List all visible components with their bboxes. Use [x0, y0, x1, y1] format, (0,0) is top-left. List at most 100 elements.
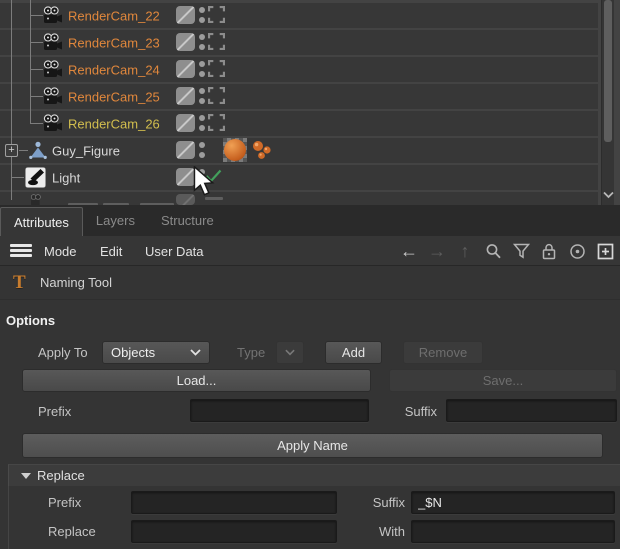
load-button[interactable]: Load... — [22, 369, 371, 392]
light-icon — [25, 167, 46, 188]
selection-bracket-icon[interactable] — [208, 87, 225, 104]
tool-title: Naming Tool — [40, 275, 113, 290]
visibility-dots-icon[interactable] — [199, 7, 205, 27]
material-sphere-icon — [224, 139, 246, 161]
enable-toggle-icon[interactable] — [176, 60, 195, 78]
tool-header: T Naming Tool — [0, 266, 620, 300]
visibility-dots-icon[interactable] — [199, 88, 205, 108]
section-edge — [8, 486, 9, 549]
object-label[interactable]: RenderCam_23 — [68, 35, 160, 50]
camera-icon — [30, 194, 41, 205]
apply-to-dropdown[interactable]: Objects — [102, 341, 210, 364]
naming-tool-icon: T — [13, 271, 26, 293]
tab-label: Attributes — [14, 214, 69, 230]
enable-toggle-icon[interactable] — [176, 114, 195, 132]
menu-mode[interactable]: Mode — [44, 236, 77, 266]
replace-with-input[interactable] — [411, 520, 615, 543]
visibility-dots-icon[interactable] — [199, 61, 205, 81]
apply-name-button[interactable]: Apply Name — [22, 433, 603, 458]
object-label[interactable]: RenderCam_22 — [68, 8, 160, 23]
visibility-dots-icon[interactable] — [199, 115, 205, 135]
enable-toggle-icon[interactable] — [176, 33, 195, 51]
replace-search-input[interactable] — [131, 520, 337, 543]
add-button[interactable]: Add — [325, 341, 382, 364]
object-row-rendercam-22[interactable]: RenderCam_22 — [0, 3, 620, 28]
target-icon[interactable] — [566, 240, 588, 262]
back-arrow-icon[interactable]: ← — [398, 240, 420, 262]
menu-edit[interactable]: Edit — [100, 236, 122, 266]
object-row-guy-figure[interactable]: + Guy_Figure — [0, 138, 620, 163]
tab-attributes[interactable]: Attributes — [0, 207, 83, 236]
camera-icon — [43, 114, 62, 131]
vertical-scrollbar[interactable] — [601, 0, 614, 205]
suffix-input[interactable] — [446, 399, 617, 422]
up-arrow-icon[interactable]: ↑ — [454, 240, 476, 262]
object-label[interactable]: RenderCam_25 — [68, 89, 160, 104]
object-label[interactable]: Guy_Figure — [52, 143, 120, 158]
object-label[interactable]: RenderCam_24 — [68, 62, 160, 77]
object-row-light[interactable]: Light — [0, 165, 620, 190]
object-manager-panel: RenderCam_22 RenderCam_23 RenderCam_24 R… — [0, 0, 620, 205]
figure-icon — [29, 141, 47, 159]
replace-suffix-input[interactable] — [411, 491, 615, 514]
enable-toggle-icon[interactable] — [176, 6, 195, 24]
suffix-label: Suffix — [404, 404, 437, 419]
save-button: Save... — [389, 369, 617, 392]
camera-icon — [43, 33, 62, 50]
chevron-down-icon — [285, 349, 295, 356]
app-window: RenderCam_22 RenderCam_23 RenderCam_24 R… — [0, 0, 620, 549]
menu-toolbar: ← → ↑ — [398, 236, 616, 266]
type-dropdown — [276, 341, 304, 364]
apply-to-label: Apply To — [38, 345, 88, 360]
scroll-down-icon[interactable] — [602, 187, 615, 203]
object-row-rendercam-24[interactable]: RenderCam_24 — [0, 57, 620, 82]
enable-toggle-icon[interactable] — [176, 141, 195, 159]
remove-button: Remove — [403, 341, 483, 364]
dim-icon — [205, 197, 223, 200]
dynamics-tag-icon[interactable] — [251, 140, 273, 161]
type-label: Type — [237, 345, 266, 360]
object-label[interactable]: Light — [52, 170, 80, 185]
object-row-rendercam-25[interactable]: RenderCam_25 — [0, 84, 620, 109]
visibility-dots-icon[interactable] — [199, 34, 205, 54]
new-panel-icon[interactable] — [594, 240, 616, 262]
visibility-dots-icon[interactable] — [199, 142, 205, 162]
prefix-input[interactable] — [190, 399, 369, 422]
tab-bar: Attributes Layers Structure — [0, 205, 620, 236]
menu-user-data[interactable]: User Data — [145, 236, 204, 266]
camera-icon — [43, 87, 62, 104]
replace-search-label: Replace — [48, 524, 96, 539]
replace-section-title: Replace — [37, 468, 85, 483]
object-row-rendercam-26[interactable]: RenderCam_26 — [0, 111, 620, 136]
selection-bracket-icon[interactable] — [208, 33, 225, 50]
collapse-triangle-icon — [21, 472, 31, 479]
tab-label: Layers — [95, 213, 135, 228]
replace-prefix-input[interactable] — [131, 491, 337, 514]
object-label-selected[interactable]: RenderCam_26 — [68, 116, 160, 131]
attributes-panel: Attributes Layers Structure Mode Edit Us… — [0, 205, 620, 549]
options-heading: Options — [6, 313, 56, 328]
tab-layers[interactable]: Layers — [83, 205, 148, 236]
mouse-cursor — [193, 166, 215, 196]
replace-with-label: With — [379, 524, 405, 539]
expand-plus-icon[interactable]: + — [5, 144, 18, 157]
search-icon[interactable] — [482, 240, 504, 262]
object-row-rendercam-23[interactable]: RenderCam_23 — [0, 30, 620, 55]
lock-icon[interactable] — [538, 240, 560, 262]
scrollbar-thumb[interactable] — [604, 0, 612, 142]
selection-bracket-icon[interactable] — [208, 114, 225, 131]
replace-section-header[interactable]: Replace — [8, 464, 620, 486]
replace-suffix-label: Suffix — [372, 495, 405, 510]
tab-label: Structure — [160, 213, 214, 228]
material-thumbnail[interactable] — [223, 138, 247, 162]
enable-toggle-icon[interactable] — [176, 87, 195, 105]
filter-icon[interactable] — [510, 240, 532, 262]
apply-to-value: Objects — [111, 345, 156, 360]
menu-bar: Mode Edit User Data ← → ↑ — [0, 236, 620, 266]
forward-arrow-icon[interactable]: → — [426, 240, 448, 262]
prefix-label: Prefix — [38, 404, 72, 419]
hamburger-menu-icon[interactable] — [10, 244, 32, 258]
selection-bracket-icon[interactable] — [208, 6, 225, 23]
tab-structure[interactable]: Structure — [148, 205, 227, 236]
selection-bracket-icon[interactable] — [208, 60, 225, 77]
